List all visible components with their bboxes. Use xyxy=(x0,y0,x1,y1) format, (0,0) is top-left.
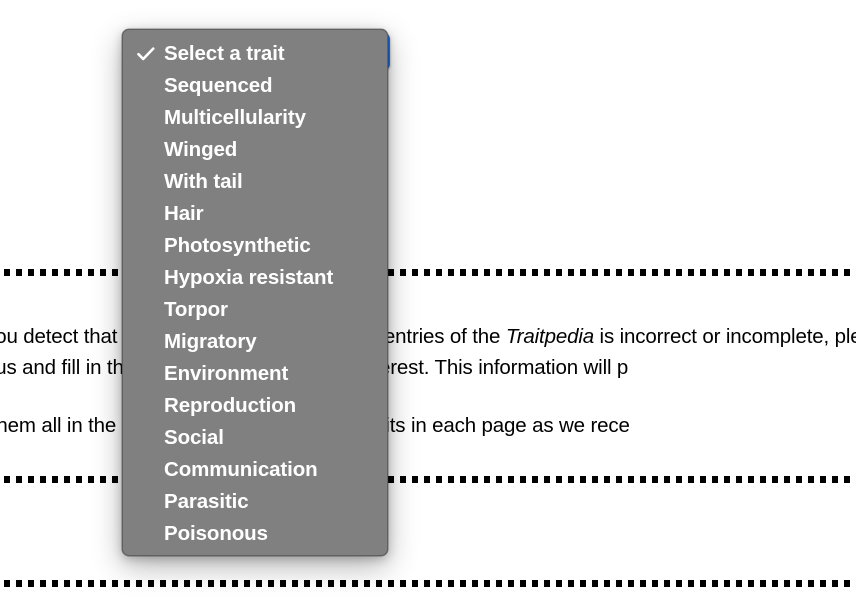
trait-dropdown-menu[interactable]: Select a trait Sequenced Multicellularity W… xyxy=(122,29,388,556)
menu-item-label: Poisonous xyxy=(164,522,268,545)
menu-item-with-tail[interactable]: With tail xyxy=(123,166,387,198)
menu-item-hair[interactable]: Hair xyxy=(123,198,387,230)
menu-item-torpor[interactable]: Torpor xyxy=(123,294,387,326)
menu-item-label: Communication xyxy=(164,458,318,481)
menu-item-label: Sequenced xyxy=(164,74,273,97)
menu-item-parasitic[interactable]: Parasitic xyxy=(123,486,387,518)
menu-item-label: Select a trait xyxy=(164,42,285,65)
menu-item-label: Hair xyxy=(164,202,204,225)
menu-item-label: Torpor xyxy=(164,298,228,321)
menu-item-environment[interactable]: Environment xyxy=(123,358,387,390)
menu-item-label: With tail xyxy=(164,170,243,193)
menu-item-label: Winged xyxy=(164,138,238,161)
menu-item-label: Parasitic xyxy=(164,490,249,513)
menu-item-multicellularity[interactable]: Multicellularity xyxy=(123,102,387,134)
divider-bottom xyxy=(0,580,856,587)
menu-item-label: Multicellularity xyxy=(164,106,306,129)
menu-item-poisonous[interactable]: Poisonous xyxy=(123,518,387,550)
menu-item-label: Hypoxia resistant xyxy=(164,266,334,289)
menu-item-select-a-trait[interactable]: Select a trait xyxy=(123,38,387,70)
menu-item-label: Migratory xyxy=(164,330,257,353)
menu-item-photosynthetic[interactable]: Photosynthetic xyxy=(123,230,387,262)
menu-item-communication[interactable]: Communication xyxy=(123,454,387,486)
menu-item-social[interactable]: Social xyxy=(123,422,387,454)
menu-item-reproduction[interactable]: Reproduction xyxy=(123,390,387,422)
menu-item-migratory[interactable]: Migratory xyxy=(123,326,387,358)
menu-item-label: Reproduction xyxy=(164,394,297,417)
menu-item-label: Photosynthetic xyxy=(164,234,311,257)
menu-item-winged[interactable]: Winged xyxy=(123,134,387,166)
menu-item-sequenced[interactable]: Sequenced xyxy=(123,70,387,102)
paragraph-text-segment: is incorrect or incomplete, please help … xyxy=(599,325,856,348)
menu-item-hypoxia-resistant[interactable]: Hypoxia resistant xyxy=(123,262,387,294)
menu-item-label: Environment xyxy=(164,362,289,385)
screenshot-root: f you detect that the information on any… xyxy=(0,0,856,608)
menu-item-label: Social xyxy=(164,426,224,449)
paragraph-emphasis: Traitpedia xyxy=(505,325,594,348)
check-icon xyxy=(137,38,155,70)
